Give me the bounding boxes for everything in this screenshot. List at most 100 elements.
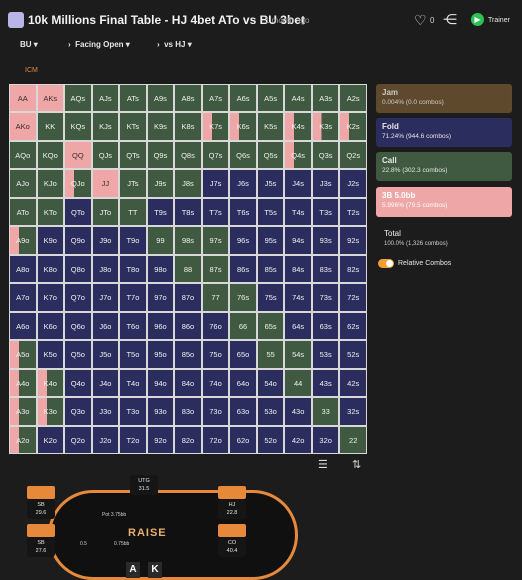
hand-cell-a9s[interactable]: A9s [146,84,175,113]
hand-cell-32s[interactable]: 32s [339,397,367,426]
hand-cell-42s[interactable]: 42s [339,368,367,398]
villain-select[interactable]: › vs HJ ▾ [157,40,192,49]
hand-cell-a8o[interactable]: A8o [9,254,37,284]
hand-cell-k9s[interactable]: K9s [146,112,175,141]
hand-cell-q7s[interactable]: Q7s [201,140,230,170]
play-icon[interactable]: ▶ [471,13,484,26]
hand-cell-44[interactable]: 44 [284,368,312,398]
hand-cell-kto[interactable]: KTo [36,197,65,227]
hand-cell-j4o[interactable]: J4o [91,368,120,398]
hand-cell-qjo[interactable]: QJo [64,169,92,198]
legend-call[interactable]: Call 22.8% (302.3 combos) [376,152,512,181]
seat-sb-top[interactable]: SB 29.6 [27,499,55,519]
hand-cell-64o[interactable]: 64o [229,368,257,398]
hand-cell-j8s[interactable]: J8s [174,169,202,198]
hand-cell-aa[interactable]: AA [9,84,37,113]
hand-cell-84o[interactable]: 84o [174,368,202,398]
hand-cell-kts[interactable]: KTs [119,112,147,141]
hand-cell-a4s[interactable]: A4s [284,84,312,113]
position-select[interactable]: BU ▾ [20,40,38,49]
hand-cell-a2o[interactable]: A2o [9,425,37,454]
hand-cell-k3o[interactable]: K3o [36,397,65,426]
hand-cell-kk[interactable]: KK [36,112,65,141]
hand-cell-j5s[interactable]: J5s [256,169,285,198]
hand-cell-96o[interactable]: 96o [146,311,175,341]
hand-cell-85o[interactable]: 85o [174,340,202,369]
hand-cell-a5s[interactable]: A5s [256,84,285,113]
hand-cell-j3s[interactable]: J3s [311,169,340,198]
hand-cell-98s[interactable]: 98s [174,226,202,255]
hand-cell-j9s[interactable]: J9s [146,169,175,198]
hand-cell-t8o[interactable]: T8o [119,254,147,284]
hand-cell-kjs[interactable]: KJs [91,112,120,141]
hand-cell-q4s[interactable]: Q4s [284,140,312,170]
hand-cell-k4o[interactable]: K4o [36,368,65,398]
hand-cell-a7o[interactable]: A7o [9,283,37,312]
hand-cell-87s[interactable]: 87s [201,254,230,284]
hand-cell-aqo[interactable]: AQo [9,140,37,170]
hand-cell-82o[interactable]: 82o [174,425,202,454]
hand-cell-jto[interactable]: JTo [91,197,120,227]
hand-cell-t8s[interactable]: T8s [174,197,202,227]
hand-cell-73o[interactable]: 73o [201,397,230,426]
hand-cell-55[interactable]: 55 [256,340,285,369]
seat-sb[interactable]: SB 27.6 [27,537,55,557]
hand-cell-jj[interactable]: JJ [91,169,120,198]
hand-cell-k9o[interactable]: K9o [36,226,65,255]
hand-cell-ats[interactable]: ATs [119,84,147,113]
hand-cell-k3s[interactable]: K3s [311,112,340,141]
hand-cell-75s[interactable]: 75s [256,283,285,312]
hand-cell-93s[interactable]: 93s [311,226,340,255]
hand-cell-j3o[interactable]: J3o [91,397,120,426]
hand-cell-q4o[interactable]: Q4o [64,368,92,398]
hand-cell-a8s[interactable]: A8s [174,84,202,113]
hand-cell-64s[interactable]: 64s [284,311,312,341]
hand-cell-q3s[interactable]: Q3s [311,140,340,170]
hand-cell-76o[interactable]: 76o [201,311,230,341]
heart-icon[interactable]: ♡ [414,12,427,29]
hand-cell-96s[interactable]: 96s [229,226,257,255]
hand-cell-t5s[interactable]: T5s [256,197,285,227]
hand-cell-j9o[interactable]: J9o [91,226,120,255]
hand-cell-ato[interactable]: ATo [9,197,37,227]
hand-cell-52o[interactable]: 52o [256,425,285,454]
hand-cell-94s[interactable]: 94s [284,226,312,255]
hand-cell-95s[interactable]: 95s [256,226,285,255]
hand-cell-j5o[interactable]: J5o [91,340,120,369]
hand-cell-q8o[interactable]: Q8o [64,254,92,284]
hand-cell-72s[interactable]: 72s [339,283,367,312]
hand-cell-74o[interactable]: 74o [201,368,230,398]
hand-cell-t9s[interactable]: T9s [146,197,175,227]
hand-cell-a9o[interactable]: A9o [9,226,37,255]
hand-cell-53s[interactable]: 53s [311,340,340,369]
hand-cell-a3s[interactable]: A3s [311,84,340,113]
legend-fold[interactable]: Fold 71.24% (944.6 combos) [376,118,512,147]
hand-cell-t6s[interactable]: T6s [229,197,257,227]
hand-cell-t4o[interactable]: T4o [119,368,147,398]
hand-cell-33[interactable]: 33 [311,397,340,426]
hand-cell-a7s[interactable]: A7s [201,84,230,113]
hand-cell-52s[interactable]: 52s [339,340,367,369]
share-icon[interactable]: ⋲ [443,11,457,28]
hand-cell-a5o[interactable]: A5o [9,340,37,369]
hand-cell-j8o[interactable]: J8o [91,254,120,284]
hand-cell-t3s[interactable]: T3s [311,197,340,227]
hand-cell-53o[interactable]: 53o [256,397,285,426]
hand-cell-94o[interactable]: 94o [146,368,175,398]
hand-cell-kqs[interactable]: KQs [64,112,92,141]
hand-cell-k2s[interactable]: K2s [339,112,367,141]
hand-cell-j6o[interactable]: J6o [91,311,120,341]
hand-cell-63s[interactable]: 63s [311,311,340,341]
seat-hj[interactable]: HJ 22.8 [218,499,246,519]
hand-cell-76s[interactable]: 76s [229,283,257,312]
hand-cell-k7s[interactable]: K7s [201,112,230,141]
hand-cell-73s[interactable]: 73s [311,283,340,312]
hand-cell-82s[interactable]: 82s [339,254,367,284]
hand-cell-k8s[interactable]: K8s [174,112,202,141]
hand-cell-kjo[interactable]: KJo [36,169,65,198]
hand-cell-tt[interactable]: TT [119,197,147,227]
hand-cell-65o[interactable]: 65o [229,340,257,369]
legend-jam[interactable]: Jam 0.004% (0.0 combos) [376,84,512,113]
hand-cell-ajo[interactable]: AJo [9,169,37,198]
hand-cell-95o[interactable]: 95o [146,340,175,369]
